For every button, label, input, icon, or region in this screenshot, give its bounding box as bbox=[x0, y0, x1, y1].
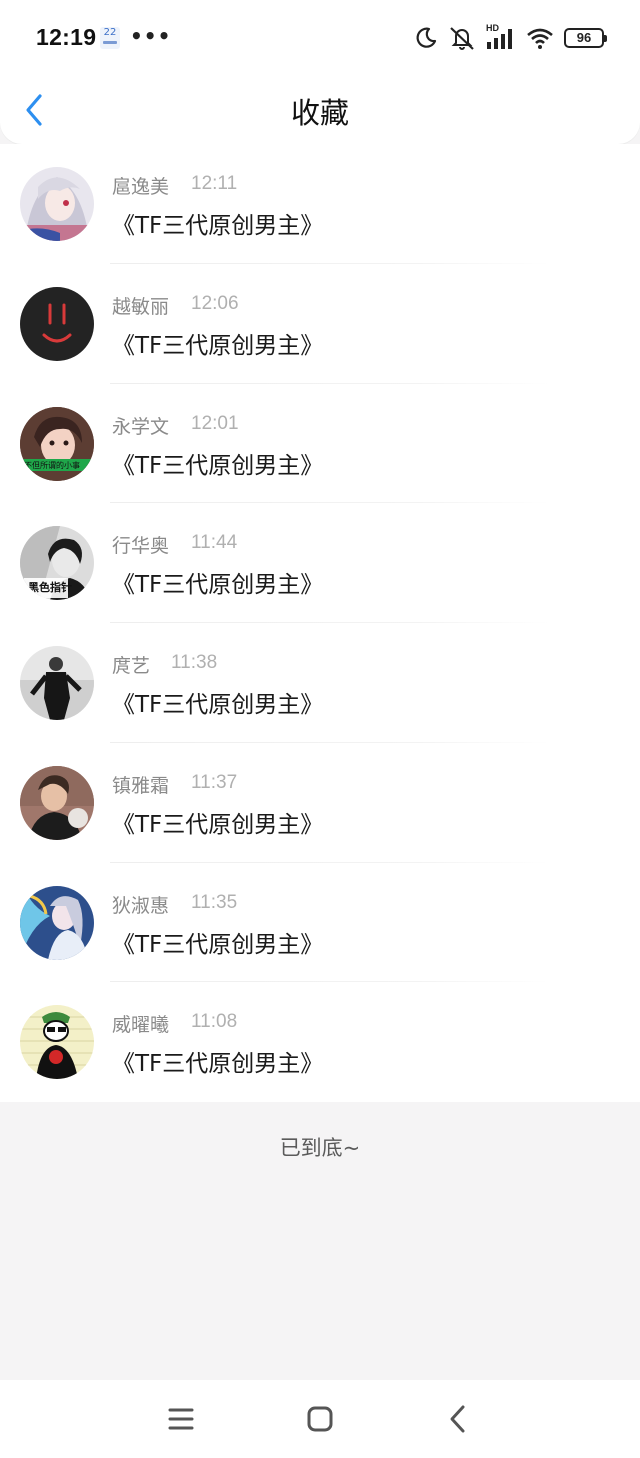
moon-icon bbox=[414, 26, 438, 50]
home-icon bbox=[307, 1406, 333, 1432]
avatar bbox=[20, 765, 94, 840]
avatar: 不但所谓的小事 bbox=[20, 406, 94, 481]
item-time: 11:44 bbox=[191, 532, 238, 554]
end-of-list-text: 已到底~ bbox=[279, 1136, 361, 1160]
status-bar: 12:19 22 ••• HD 96 bbox=[0, 0, 640, 76]
favorites-list: 扈逸美 12:11 《TF三代原创男主》 越敏丽 12:06 《TF三代原创男主… bbox=[0, 144, 640, 1102]
list-item[interactable]: 越敏丽 12:06 《TF三代原创男主》 bbox=[0, 264, 640, 384]
avatar-caption: 黑色指针 bbox=[28, 581, 72, 595]
more-notifications-icon: ••• bbox=[130, 24, 172, 48]
list-item[interactable]: 狄淑惠 11:35 《TF三代原创男主》 bbox=[0, 863, 640, 983]
battery-icon: 96 bbox=[564, 28, 607, 48]
avatar: 黑色指针 bbox=[20, 526, 94, 601]
calendar-icon: 22 bbox=[100, 27, 120, 49]
list-item[interactable]: 扈逸美 12:11 《TF三代原创男主》 bbox=[0, 144, 640, 264]
list-item[interactable]: 黑色指针 行华奥 11:44 《TF三代原创男主》 bbox=[0, 503, 640, 623]
item-time: 11:35 bbox=[191, 891, 238, 913]
user-name: 扈逸美 bbox=[112, 176, 170, 198]
system-nav-bar bbox=[0, 1380, 640, 1458]
user-name: 镇雅霜 bbox=[112, 774, 170, 797]
item-title: 《TF三代原创男主》 bbox=[112, 572, 324, 599]
avatar bbox=[20, 1005, 94, 1080]
user-name: 越敏丽 bbox=[112, 295, 170, 318]
avatar bbox=[20, 286, 94, 361]
item-time: 12:06 bbox=[191, 292, 239, 314]
list-item[interactable]: 庹艺 11:38 《TF三代原创男主》 bbox=[0, 623, 640, 743]
item-title: 《TF三代原创男主》 bbox=[112, 213, 324, 239]
user-name: 威曜曦 bbox=[112, 1014, 170, 1037]
user-name: 庹艺 bbox=[112, 655, 151, 677]
item-time: 12:11 bbox=[191, 173, 238, 194]
system-back-button[interactable] bbox=[438, 1402, 478, 1436]
item-title: 《TF三代原创男主》 bbox=[112, 692, 324, 718]
page-title: 收藏 bbox=[290, 96, 349, 130]
avatar bbox=[20, 646, 94, 720]
back-icon bbox=[450, 1405, 465, 1433]
status-time: 12:19 bbox=[36, 24, 97, 50]
home-button[interactable] bbox=[300, 1402, 340, 1436]
status-icons: HD 96 bbox=[414, 23, 607, 52]
avatar-caption: 不但所谓的小事 bbox=[24, 460, 80, 470]
mute-bell-icon bbox=[448, 25, 476, 51]
menu-icon bbox=[168, 1408, 194, 1430]
avatar bbox=[20, 167, 94, 241]
nav-bar: 收藏 bbox=[0, 76, 640, 144]
item-time: 11:38 bbox=[171, 652, 218, 673]
avatar bbox=[20, 885, 94, 960]
top-header: 12:19 22 ••• HD 96 收藏 bbox=[0, 0, 640, 144]
list-item[interactable]: 威曜曦 11:08 《TF三代原创男主》 bbox=[0, 982, 640, 1102]
user-name: 永学文 bbox=[112, 415, 170, 438]
item-title: 《TF三代原创男主》 bbox=[112, 931, 324, 958]
item-title: 《TF三代原创男主》 bbox=[112, 1051, 324, 1078]
item-time: 12:01 bbox=[191, 412, 239, 434]
item-title: 《TF三代原创男主》 bbox=[112, 811, 324, 838]
wifi-icon bbox=[526, 27, 554, 49]
user-name: 行华奥 bbox=[112, 535, 170, 558]
item-time: 11:37 bbox=[191, 771, 238, 793]
list-item[interactable]: 镇雅霜 11:37 《TF三代原创男主》 bbox=[0, 743, 640, 863]
list-item[interactable]: 不但所谓的小事 永学文 12:01 《TF三代原创男主》 bbox=[0, 384, 640, 504]
item-time: 11:08 bbox=[191, 1011, 238, 1033]
signal-hd-icon: HD bbox=[486, 23, 516, 50]
menu-button[interactable] bbox=[161, 1402, 201, 1436]
item-title: 《TF三代原创男主》 bbox=[112, 452, 324, 479]
user-name: 狄淑惠 bbox=[112, 894, 170, 917]
item-title: 《TF三代原创男主》 bbox=[112, 332, 324, 359]
